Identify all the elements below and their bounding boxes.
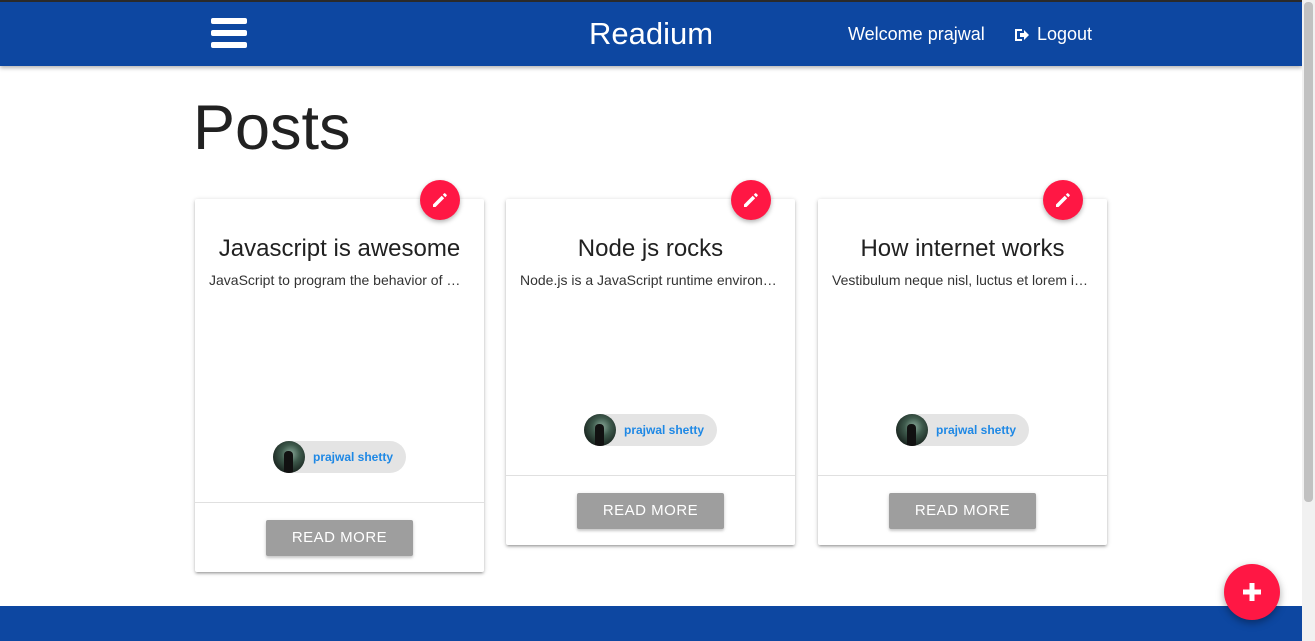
edit-post-button[interactable] [420,180,460,220]
pencil-icon [744,193,758,207]
navbar: Readium Welcome prajwal Logout [0,0,1302,66]
sign-out-icon [1015,28,1029,41]
post-excerpt: Node.js is a JavaScript runtime environm… [520,272,781,288]
post-title[interactable]: Javascript is awesome [209,235,470,262]
author-chip[interactable]: prajwal shetty [272,441,407,473]
author-name: prajwal shetty [623,423,705,437]
author-chip[interactable]: prajwal shetty [895,414,1030,446]
post-excerpt: JavaScript to program the behavior of we… [209,272,470,288]
avatar [583,414,616,446]
page-scrollbar[interactable] [1302,0,1315,641]
read-more-button[interactable]: READ MORE [577,492,724,529]
post-card: How internet works Vestibulum neque nisl… [818,180,1107,545]
read-more-button[interactable]: READ MORE [266,519,413,556]
card-action: READ MORE [195,502,484,572]
post-card: Javascript is awesome JavaScript to prog… [195,180,484,572]
author-chip[interactable]: prajwal shetty [583,414,718,446]
edit-post-button[interactable] [731,180,771,220]
logout-link[interactable]: Logout [1014,24,1092,45]
add-post-button[interactable] [1224,564,1280,620]
logout-label: Logout [1037,24,1093,44]
brand-wrapper: Readium [0,16,1302,52]
post-card: Node js rocks Node.js is a JavaScript ru… [506,180,795,545]
post-title[interactable]: How internet works [832,235,1093,262]
avatar [272,441,305,473]
footer [0,606,1302,641]
plus-icon [1243,583,1261,601]
author-name: prajwal shetty [935,423,1017,437]
avatar [895,414,928,446]
edit-post-button[interactable] [1043,180,1083,220]
welcome-text: Welcome prajwal [848,24,985,44]
hamburger-menu-icon[interactable] [211,18,248,50]
card-action: READ MORE [818,475,1107,545]
pencil-icon [433,193,447,207]
author-name: prajwal shetty [312,450,394,464]
post-title[interactable]: Node js rocks [520,235,781,262]
post-excerpt: Vestibulum neque nisl, luctus et lorem i… [832,272,1093,288]
read-more-button[interactable]: READ MORE [889,492,1036,529]
brand-title[interactable]: Readium [589,16,713,51]
page-title: Posts [193,93,351,163]
scrollbar-thumb[interactable] [1304,2,1313,502]
pencil-icon [1056,193,1070,207]
card-action: READ MORE [506,475,795,545]
